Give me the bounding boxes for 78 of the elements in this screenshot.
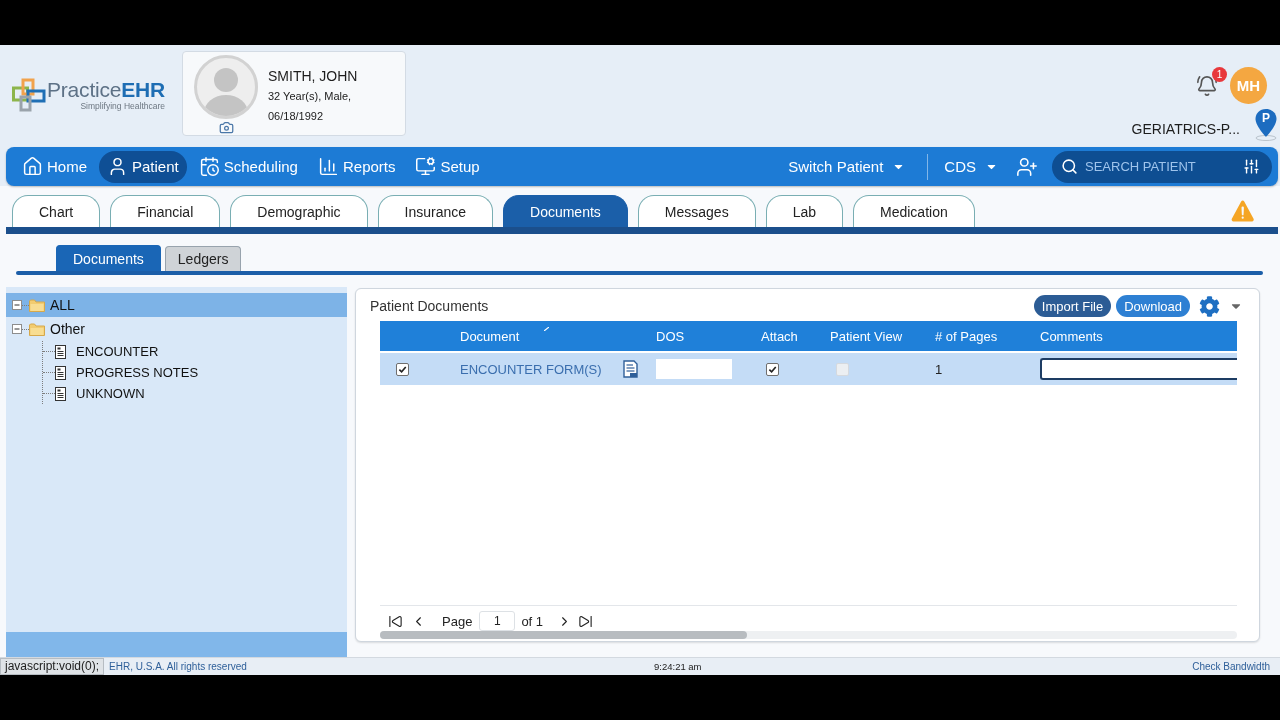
logo-wordmark: PracticeEHR xyxy=(47,78,165,102)
first-page-icon[interactable] xyxy=(388,613,403,629)
column-header[interactable]: Comments xyxy=(1032,328,1237,344)
patient-name: SMITH, JOHN xyxy=(268,67,358,86)
column-header[interactable]: Attach xyxy=(753,328,822,344)
chart-tab[interactable]: Demographic xyxy=(230,195,368,227)
patient-birth-date: 06/18/1992 xyxy=(268,109,325,124)
avatar-placeholder xyxy=(194,55,258,119)
pager-label: Page xyxy=(442,613,473,629)
search-icon xyxy=(1061,158,1078,175)
folder-icon xyxy=(29,322,45,336)
column-header[interactable]: DOS xyxy=(648,328,753,344)
sub-tab[interactable]: Ledgers xyxy=(164,246,242,271)
patient-search-field[interactable]: SEARCH PATIENT xyxy=(1052,150,1272,183)
notification-bell-icon[interactable] xyxy=(1196,74,1218,97)
collapse-icon[interactable] xyxy=(12,324,22,334)
switch-patient-dropdown[interactable]: Switch Patient xyxy=(788,158,906,175)
tree-item[interactable]: PROGRESS NOTES xyxy=(43,362,205,383)
chart-tab[interactable]: Medication xyxy=(853,195,975,227)
settings-icon[interactable] xyxy=(1199,295,1220,317)
clock-time: 9:24:21 am xyxy=(654,661,702,672)
add-user-icon[interactable] xyxy=(1016,155,1038,178)
column-header[interactable]: # of Pages xyxy=(927,328,1032,344)
column-header[interactable]: Patient View xyxy=(822,328,927,344)
page-total: of 1 xyxy=(521,613,544,629)
row-checkbox[interactable] xyxy=(396,362,409,376)
chart-tab[interactable]: Insurance xyxy=(377,195,493,227)
chart-tab[interactable]: Messages xyxy=(637,195,756,227)
document-link[interactable]: ENCOUNTER FORM(S) xyxy=(460,361,602,377)
date-of-service-field[interactable] xyxy=(656,359,732,379)
table-row[interactable]: ENCOUNTER FORM(S) 1 xyxy=(380,353,1237,385)
document-list-icon[interactable] xyxy=(623,360,639,378)
filter-sliders-icon[interactable] xyxy=(1243,158,1260,175)
nav-item[interactable]: Home xyxy=(14,150,95,183)
nav-item[interactable]: Patient xyxy=(99,150,187,183)
link-preview-tooltip: javascript:void(0); xyxy=(0,658,105,675)
panel-title: Patient Documents xyxy=(370,298,489,314)
tree-item[interactable]: Other xyxy=(6,317,91,341)
bar-chart-icon xyxy=(317,156,339,177)
chart-tab[interactable]: Chart xyxy=(12,195,101,227)
document-icon xyxy=(55,386,66,401)
sort-indicator-icon xyxy=(544,327,550,331)
page-number-field[interactable]: 1 xyxy=(479,611,516,631)
import-file-button[interactable]: Import File xyxy=(1033,295,1112,317)
search-input[interactable]: SEARCH PATIENT xyxy=(1085,156,1236,177)
folder-icon xyxy=(29,298,45,312)
document-icon xyxy=(55,365,66,380)
document-icon xyxy=(55,344,66,359)
download-button[interactable]: Download xyxy=(1116,295,1190,317)
column-header[interactable]: Document xyxy=(452,328,612,344)
camera-icon[interactable] xyxy=(218,120,234,135)
chart-tab[interactable]: Financial xyxy=(110,195,221,227)
cross-logo-icon xyxy=(12,78,46,112)
calendar-clock-icon xyxy=(198,156,220,177)
nav-item[interactable]: Scheduling xyxy=(190,150,306,183)
monitor-gear-icon xyxy=(415,156,437,177)
last-page-icon[interactable] xyxy=(578,613,594,629)
patient-age-sex: 32 Year(s), Male, xyxy=(268,89,353,104)
nav-item[interactable]: Reports xyxy=(309,150,404,183)
collapse-icon[interactable] xyxy=(12,300,22,310)
logo-tagline: Simplifying Healthcare xyxy=(80,101,165,111)
tree-item[interactable]: ALL xyxy=(6,293,347,317)
tree-item[interactable]: UNKNOWN xyxy=(43,383,151,404)
copyright-text: EHR, U.S.A. All rights reserved xyxy=(109,661,247,672)
notification-count: 1 xyxy=(1212,66,1227,82)
attach-checkbox[interactable] xyxy=(766,362,779,376)
chart-tab[interactable]: Lab xyxy=(765,195,843,227)
check-bandwidth-link[interactable]: Check Bandwidth xyxy=(1192,661,1270,672)
horizontal-scrollbar[interactable] xyxy=(380,631,1237,639)
page-count: 1 xyxy=(935,361,943,377)
location-name: GERIATRICS-P... xyxy=(1131,120,1240,138)
sub-tab[interactable]: Documents xyxy=(56,245,161,271)
chart-tab[interactable]: Documents xyxy=(503,195,628,227)
cds-dropdown[interactable]: CDS xyxy=(944,158,998,175)
tree-item[interactable]: ENCOUNTER xyxy=(43,341,165,362)
comments-field[interactable] xyxy=(1040,358,1237,380)
nav-item[interactable]: Setup xyxy=(407,150,488,183)
home-icon xyxy=(22,156,43,177)
